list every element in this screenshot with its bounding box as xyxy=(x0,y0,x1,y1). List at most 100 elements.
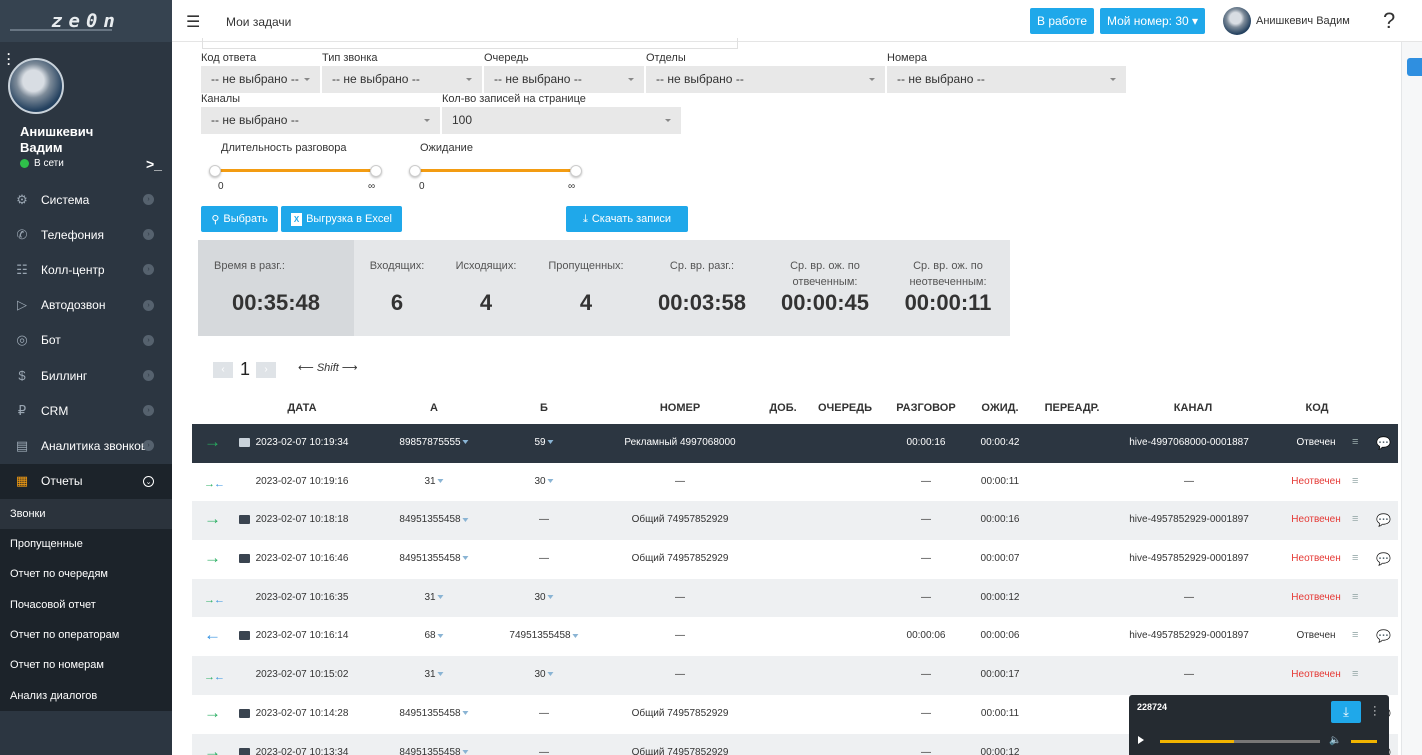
cell-a[interactable]: 84951355458 xyxy=(399,553,469,564)
cell-a[interactable]: 84951355458 xyxy=(399,514,469,525)
cell-a[interactable]: 89857875555 xyxy=(399,437,469,448)
cell-a[interactable]: 31 xyxy=(424,476,444,487)
cell-b[interactable]: 30 xyxy=(534,476,554,487)
submenu-item[interactable]: Анализ диалогов xyxy=(0,680,172,710)
recording-icon[interactable] xyxy=(239,438,250,447)
col-channel[interactable]: КАНАЛ xyxy=(1174,402,1212,414)
terminal-icon[interactable]: >_ xyxy=(146,156,162,172)
talk-duration-min-handle[interactable] xyxy=(209,165,221,177)
dropdown-caret-icon[interactable] xyxy=(462,749,469,754)
queue-select[interactable]: -- не выбрано -- xyxy=(484,66,645,93)
row-menu-icon[interactable]: ≡ xyxy=(1352,668,1358,680)
row-menu-icon[interactable]: ≡ xyxy=(1352,629,1358,641)
search-field-edge[interactable] xyxy=(202,38,738,49)
col-queue[interactable]: ОЧЕРЕДЬ xyxy=(818,402,872,414)
cell-a[interactable]: 31 xyxy=(424,592,444,603)
select-button[interactable]: ⚲ Выбрать xyxy=(201,206,278,232)
menu-toggle-icon[interactable]: ☰ xyxy=(186,12,200,32)
my-tasks-link[interactable]: Мои задачи xyxy=(226,15,291,29)
chat-icon[interactable]: 💬 xyxy=(1376,436,1391,450)
col-date[interactable]: ДАТА xyxy=(287,402,316,414)
cell-b[interactable]: — xyxy=(539,708,549,719)
dropdown-caret-icon[interactable] xyxy=(572,633,579,638)
submenu-item[interactable]: Отчет по очередям xyxy=(0,559,172,589)
recording-icon[interactable] xyxy=(239,554,250,564)
waiting-max-handle[interactable] xyxy=(570,165,582,177)
dropdown-caret-icon[interactable] xyxy=(547,440,554,445)
submenu-item[interactable]: Пропущенные xyxy=(0,529,172,559)
cell-a[interactable]: 31 xyxy=(424,669,444,680)
submenu-item[interactable]: Отчет по номерам xyxy=(0,650,172,680)
col-redirect[interactable]: ПЕРЕАДР. xyxy=(1045,402,1100,414)
col-code[interactable]: КОД xyxy=(1306,402,1329,414)
dropdown-caret-icon[interactable] xyxy=(462,711,469,716)
chat-icon[interactable]: 💬 xyxy=(1376,629,1391,643)
answer-code-select[interactable]: -- не выбрано -- xyxy=(201,66,321,93)
sidebar-item-8[interactable]: ▦ Отчеты ⌄ xyxy=(0,463,172,499)
sidebar-item-4[interactable]: ◎ Бот › xyxy=(0,323,172,358)
table-row[interactable]: →← 2023-02-07 10:19:16 31 30 — — 00:00:11 — Неот… xyxy=(192,463,1398,502)
channels-select[interactable]: -- не выбрано -- xyxy=(201,107,441,134)
sidebar-item-5[interactable]: $ Биллинг › xyxy=(0,358,172,393)
numbers-select[interactable]: -- не выбрано -- xyxy=(887,66,1127,93)
waiting-slider[interactable] xyxy=(415,169,576,172)
next-page-button[interactable]: › xyxy=(256,362,276,378)
cell-b[interactable]: 59 xyxy=(534,437,554,448)
sidebar-item-1[interactable]: ✆ Телефония › xyxy=(0,217,172,252)
top-user-name[interactable]: Анишкевич Вадим xyxy=(1256,15,1350,27)
more-icon[interactable]: · · · xyxy=(7,48,11,70)
per-page-select[interactable]: 100 xyxy=(442,107,682,134)
work-status-button[interactable]: В работе xyxy=(1030,8,1094,34)
sidebar-item-0[interactable]: ⚙ Система › xyxy=(0,182,172,217)
cell-b[interactable]: — xyxy=(539,747,549,755)
download-records-button[interactable]: ⤓ Скачать записи xyxy=(566,206,688,232)
dropdown-caret-icon[interactable] xyxy=(462,556,469,561)
avatar[interactable] xyxy=(8,58,64,114)
table-row[interactable]: →← 2023-02-07 10:15:02 31 30 — — 00:00:17 — Неот… xyxy=(192,656,1398,695)
row-menu-icon[interactable]: ≡ xyxy=(1352,436,1358,448)
my-number-dropdown[interactable]: Мой номер: 30 ▾ xyxy=(1100,8,1205,34)
chat-icon[interactable]: 💬 xyxy=(1376,513,1391,527)
col-ext[interactable]: ДОБ. xyxy=(769,402,796,414)
col-number[interactable]: НОМЕР xyxy=(660,402,700,414)
col-talk[interactable]: РАЗГОВОР xyxy=(896,402,955,414)
table-row[interactable]: → 2023-02-07 10:18:18 84951355458 — Общий 74… xyxy=(192,501,1398,541)
submenu-item[interactable]: Отчет по операторам xyxy=(0,620,172,650)
sidebar-item-2[interactable]: ☷ Колл-центр › xyxy=(0,252,172,287)
waiting-min-handle[interactable] xyxy=(409,165,421,177)
cell-a[interactable]: 68 xyxy=(424,630,444,641)
volume-slider[interactable] xyxy=(1351,740,1377,743)
row-menu-icon[interactable]: ≡ xyxy=(1352,513,1358,525)
col-wait[interactable]: ОЖИД. xyxy=(981,402,1018,414)
sidebar-item-3[interactable]: ▷ Автодозвон › xyxy=(0,288,172,323)
col-a[interactable]: А xyxy=(430,402,438,414)
table-row[interactable]: →← 2023-02-07 10:16:35 31 30 — — 00:00:12 — Неот… xyxy=(192,578,1398,618)
settings-tab-icon[interactable] xyxy=(1407,58,1422,76)
dropdown-caret-icon[interactable] xyxy=(437,672,444,677)
prev-page-button[interactable]: ‹ xyxy=(213,362,233,378)
cell-b[interactable]: — xyxy=(539,514,549,525)
volume-icon[interactable]: 🔈 xyxy=(1329,735,1341,746)
table-row[interactable]: → 2023-02-07 10:16:46 84951355458 — Общий 74… xyxy=(192,540,1398,579)
row-menu-icon[interactable]: ≡ xyxy=(1352,475,1358,487)
submenu-item[interactable]: Почасовой отчет xyxy=(0,590,172,620)
app-logo[interactable]: ze0n xyxy=(0,0,172,42)
cell-a[interactable]: 84951355458 xyxy=(399,747,469,755)
top-avatar[interactable] xyxy=(1223,7,1251,35)
dropdown-caret-icon[interactable] xyxy=(437,595,444,600)
dropdown-caret-icon[interactable] xyxy=(437,479,444,484)
player-more-icon[interactable]: · · · xyxy=(1373,702,1377,721)
dropdown-caret-icon[interactable] xyxy=(462,440,469,445)
player-progress[interactable] xyxy=(1160,740,1320,743)
chat-icon[interactable]: 💬 xyxy=(1376,552,1391,566)
table-row[interactable]: ← 2023-02-07 10:16:14 68 74951355458 — 00:00:… xyxy=(192,617,1398,656)
talk-duration-slider[interactable] xyxy=(215,169,376,172)
cell-b[interactable]: 30 xyxy=(534,669,554,680)
cell-a[interactable]: 84951355458 xyxy=(399,708,469,719)
call-type-select[interactable]: -- не выбрано -- xyxy=(322,66,483,93)
row-menu-icon[interactable]: ≡ xyxy=(1352,552,1358,564)
sidebar-item-6[interactable]: ₽ CRM › xyxy=(0,393,172,428)
col-b[interactable]: Б xyxy=(540,402,548,414)
export-excel-button[interactable]: X Выгрузка в Excel xyxy=(281,206,402,232)
table-row[interactable]: → 2023-02-07 10:19:34 89857875555 59 Рекламн… xyxy=(192,424,1398,463)
